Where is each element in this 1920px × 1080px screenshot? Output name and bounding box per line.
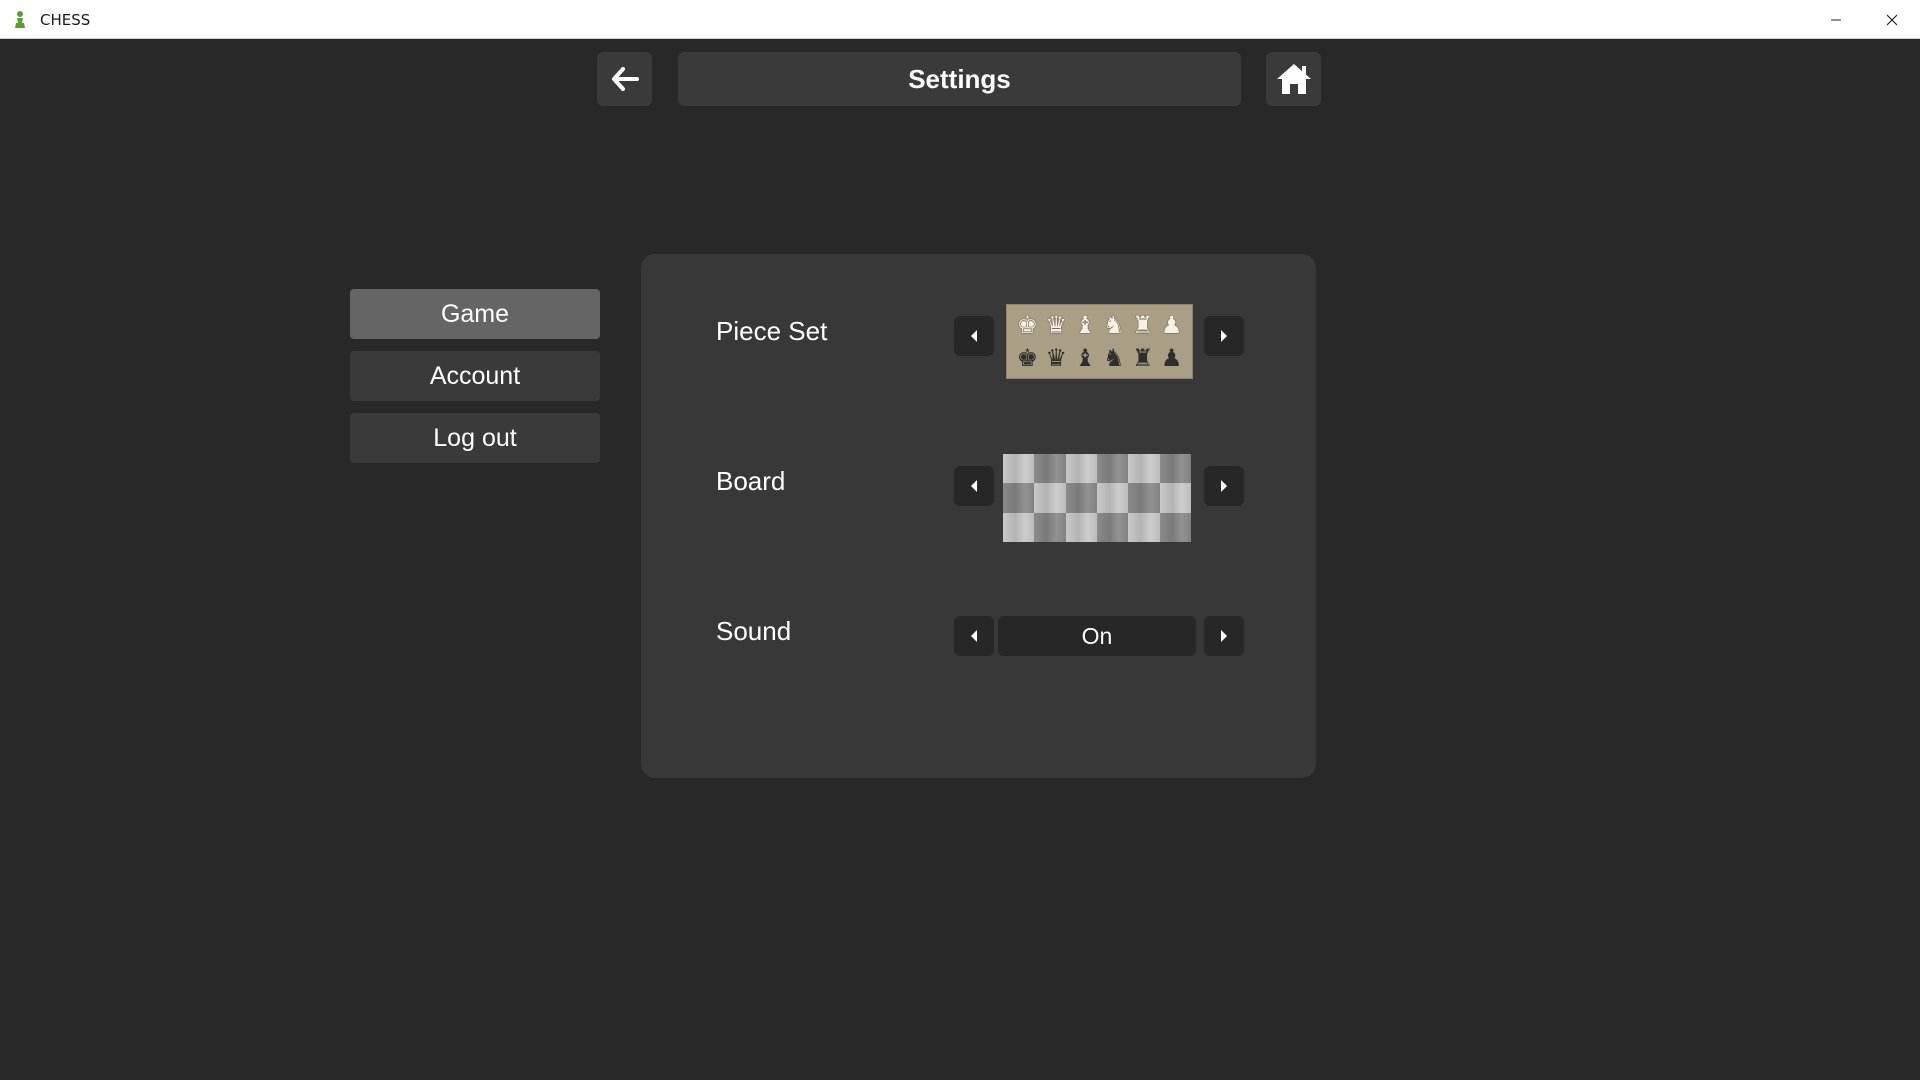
black-queen-icon: ♛: [1045, 343, 1067, 372]
piece-set-next-button[interactable]: [1204, 316, 1244, 356]
back-button[interactable]: [597, 52, 652, 106]
home-button[interactable]: [1266, 52, 1321, 106]
piece-set-prev-button[interactable]: [954, 316, 994, 356]
board-square: [1065, 512, 1097, 542]
board-square: [1097, 512, 1129, 542]
black-king-icon: ♚: [1016, 343, 1039, 372]
board-square: [1159, 483, 1191, 513]
triangle-right-icon: [1221, 630, 1227, 642]
sound-value: On: [998, 616, 1196, 656]
piece-set-label: Piece Set: [716, 316, 828, 346]
triangle-left-icon: [971, 480, 977, 492]
black-pawn-icon: ♟: [1160, 343, 1183, 372]
page-title-text: Settings: [908, 63, 1011, 94]
black-bishop-icon: ♝: [1074, 343, 1096, 372]
board-square: [1159, 512, 1191, 542]
board-square: [1034, 454, 1066, 484]
triangle-right-icon: [1221, 330, 1227, 342]
sidebar-item-game[interactable]: Game: [350, 289, 600, 339]
board-next-button[interactable]: [1204, 466, 1244, 506]
board-square: [1034, 512, 1066, 542]
sound-value-text: On: [1081, 622, 1113, 649]
board-preview: [1003, 454, 1191, 542]
board-prev-button[interactable]: [954, 466, 994, 506]
board-square: [1128, 512, 1160, 542]
window-titlebar: CHESS: [0, 0, 1920, 39]
minimize-icon: [1831, 19, 1841, 20]
white-king-icon: ♚: [1016, 311, 1039, 340]
chess-pawn-icon: [12, 10, 28, 30]
sidebar-item-account[interactable]: Account: [350, 351, 600, 401]
sidebar-item-log-out[interactable]: Log out: [350, 413, 600, 463]
arrow-left-icon: [611, 67, 639, 91]
board-square: [1065, 454, 1097, 484]
settings-panel: Piece Set ♚ ♛ ♝ ♞ ♜ ♟ ♚ ♛ ♝ ♞ ♜ ♟ Board: [641, 254, 1316, 778]
white-pawn-icon: ♟: [1160, 311, 1183, 340]
sidebar-item-label: Account: [429, 361, 521, 390]
board-square: [1097, 454, 1129, 484]
white-rook-icon: ♜: [1131, 311, 1154, 340]
sidebar-item-label: Game: [440, 299, 510, 328]
white-bishop-icon: ♝: [1074, 311, 1096, 340]
minimize-button[interactable]: [1808, 0, 1864, 39]
board-square: [1159, 454, 1191, 484]
triangle-right-icon: [1221, 480, 1227, 492]
piece-set-preview: ♚ ♛ ♝ ♞ ♜ ♟ ♚ ♛ ♝ ♞ ♜ ♟: [1006, 304, 1193, 379]
board-square: [1065, 483, 1097, 513]
page-title: Settings: [678, 52, 1241, 106]
board-square: [1034, 483, 1066, 513]
white-knight-icon: ♞: [1103, 311, 1125, 340]
home-icon: [1276, 64, 1311, 94]
board-square: [1128, 454, 1160, 484]
close-icon: [1886, 14, 1898, 25]
triangle-left-icon: [971, 330, 977, 342]
sound-label: Sound: [716, 616, 792, 646]
board-square: [1003, 454, 1035, 484]
sidebar-item-label: Log out: [433, 423, 517, 452]
white-queen-icon: ♛: [1045, 311, 1067, 340]
sound-next-button[interactable]: [1204, 616, 1244, 656]
triangle-left-icon: [971, 630, 977, 642]
board-square: [1097, 483, 1129, 513]
sound-prev-button[interactable]: [954, 616, 994, 656]
board-square: [1003, 512, 1035, 542]
window-title: CHESS: [40, 11, 91, 29]
close-button[interactable]: [1864, 0, 1920, 39]
board-label: Board: [716, 466, 786, 496]
black-rook-icon: ♜: [1131, 343, 1154, 372]
black-knight-icon: ♞: [1103, 343, 1125, 372]
board-square: [1003, 483, 1035, 513]
board-square: [1128, 483, 1160, 513]
